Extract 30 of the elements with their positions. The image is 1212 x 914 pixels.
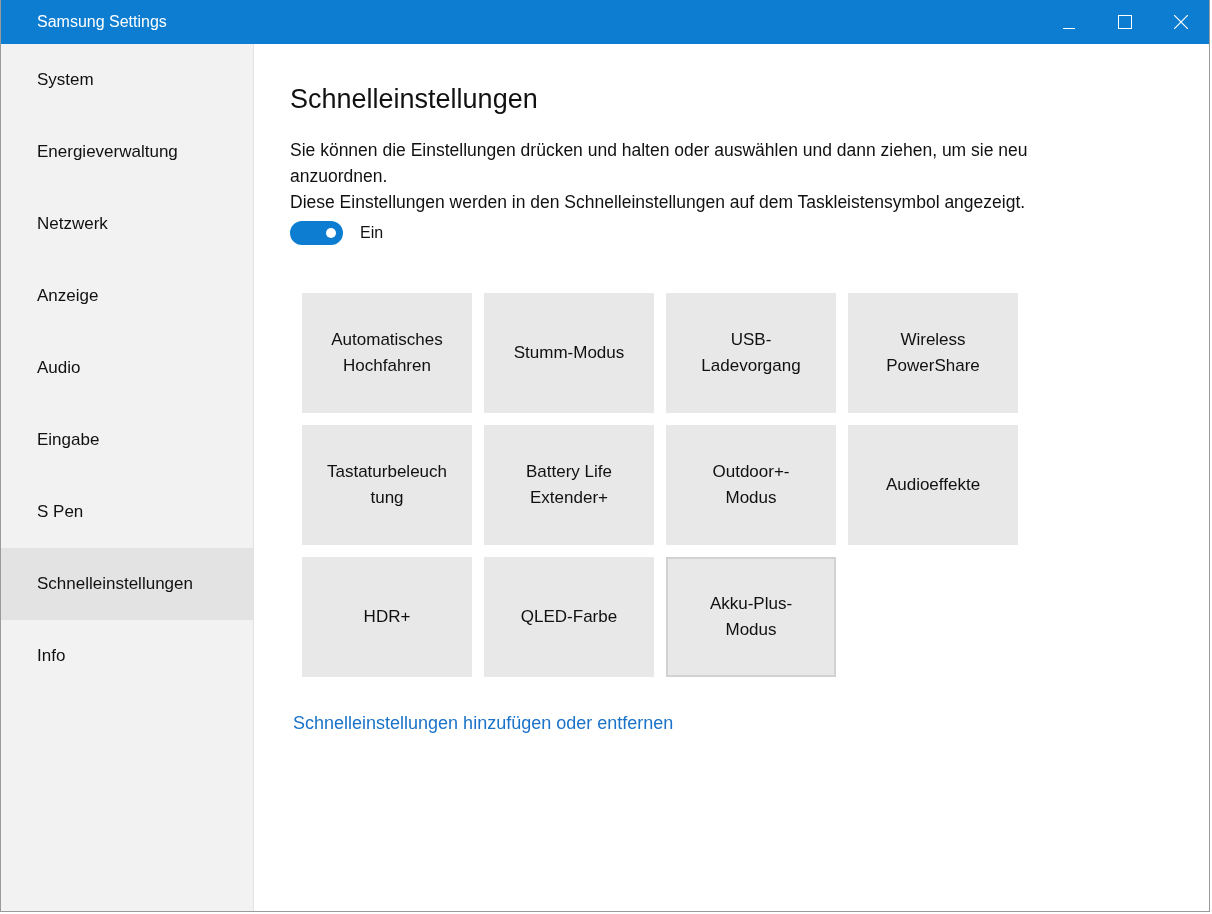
quick-setting-tile[interactable]: HDR+ [302, 557, 472, 677]
sidebar-item[interactable]: Netzwerk [1, 188, 253, 260]
description-text: Diese Einstellungen werden in den Schnelleinstellungen auf dem Taskleistensymbol angezeigt. [290, 191, 1027, 214]
quick-setting-tile[interactable]: Akku-Plus-Modus [666, 557, 836, 677]
quick-setting-tile[interactable]: USB-Ladevorgang [666, 293, 836, 413]
sidebar-item[interactable]: Anzeige [1, 260, 253, 332]
sidebar-item[interactable]: System [1, 44, 253, 116]
sidebar-item[interactable]: Audio [1, 332, 253, 404]
toggle-label: Ein [360, 224, 384, 242]
quick-setting-tile[interactable]: Tastaturbeleuchtung [302, 425, 472, 545]
maximize-icon [1118, 15, 1132, 29]
sidebar-item[interactable]: Schnelleinstellungen [1, 548, 253, 620]
sidebar-item[interactable]: S Pen [1, 476, 253, 548]
quick-setting-tile[interactable]: Stumm-Modus [484, 293, 654, 413]
quick-setting-tile[interactable]: Automatisches Hochfahren [302, 293, 472, 413]
quick-setting-tile[interactable]: Battery Life Extender+ [484, 425, 654, 545]
page-heading: Schnelleinstellungen [290, 84, 539, 115]
toggle-switch[interactable] [290, 221, 343, 245]
sidebar-item[interactable]: Energieverwaltung [1, 116, 253, 188]
add-remove-link[interactable]: Schnelleinstellungen hinzufügen oder entfernen [293, 713, 674, 733]
quick-setting-tile[interactable]: QLED-Farbe [484, 557, 654, 677]
close-icon [1174, 15, 1188, 29]
minimize-icon [1063, 27, 1075, 29]
description-text: Sie können die Einstellungen drücken und halten oder auswählen und dann ziehen, um sie neu anzuordnen. [290, 139, 1029, 188]
quick-setting-tile[interactable]: Wireless PowerShare [848, 293, 1018, 413]
sidebar-item[interactable]: Info [1, 620, 253, 692]
quick-setting-tile[interactable]: Audioeffekte [848, 425, 1018, 545]
sidebar-item[interactable]: Eingabe [1, 404, 253, 476]
window-title: Samsung Settings [37, 13, 167, 31]
quick-setting-tile[interactable]: Outdoor+-Modus [666, 425, 836, 545]
